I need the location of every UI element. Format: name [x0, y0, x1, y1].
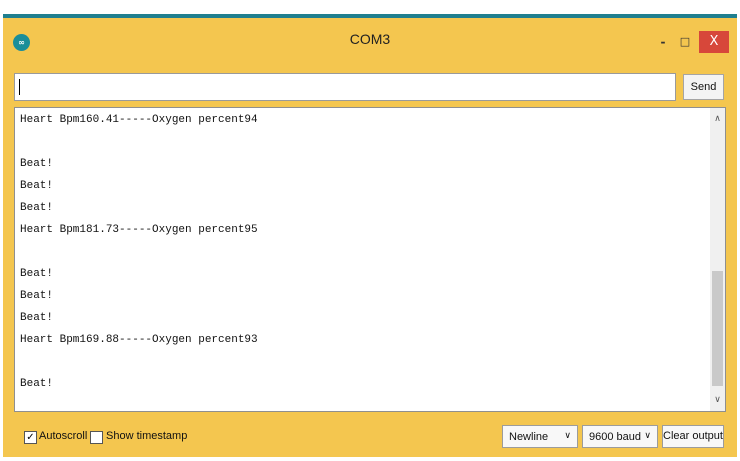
- baud-rate-value: 9600 baud: [589, 431, 641, 443]
- serial-output[interactable]: Heart Bpm160.41-----Oxygen percent94 Bea…: [14, 107, 726, 412]
- output-lines: Heart Bpm160.41-----Oxygen percent94 Bea…: [20, 111, 710, 397]
- output-line: Beat!: [20, 268, 54, 280]
- serial-input[interactable]: [14, 73, 676, 101]
- input-caret: [19, 79, 20, 95]
- titlebar[interactable]: ∞ COM3 - □ X: [3, 18, 737, 64]
- send-row: Send: [14, 73, 726, 101]
- vertical-scrollbar[interactable]: ∧ ∨: [710, 108, 725, 411]
- serial-monitor-window: ∞ COM3 - □ X Send Heart Bpm160.41-----Ox…: [3, 14, 737, 457]
- maximize-button[interactable]: □: [677, 31, 693, 53]
- output-line: Heart Bpm181.73-----Oxygen percent95: [20, 224, 258, 236]
- output-line: Beat!: [20, 202, 54, 214]
- chevron-down-icon: ∨: [564, 431, 571, 441]
- output-line: Beat!: [20, 378, 54, 390]
- output-line: Beat!: [20, 180, 54, 192]
- line-ending-select[interactable]: Newline ∨: [502, 425, 578, 448]
- line-ending-value: Newline: [509, 431, 549, 443]
- close-button[interactable]: X: [699, 31, 729, 53]
- show-timestamp-checkbox[interactable]: [90, 431, 103, 444]
- output-line: Beat!: [20, 290, 54, 302]
- minimize-button[interactable]: -: [655, 31, 671, 53]
- output-line: Heart Bpm169.88-----Oxygen percent93: [20, 334, 258, 346]
- autoscroll-checkbox[interactable]: ✓: [24, 431, 37, 444]
- scroll-thumb[interactable]: [712, 271, 723, 386]
- output-line: Heart Bpm160.41-----Oxygen percent94: [20, 114, 258, 126]
- output-line: Beat!: [20, 158, 54, 170]
- send-button[interactable]: Send: [683, 74, 724, 100]
- output-line: Beat!: [20, 312, 54, 324]
- top-strip: [0, 0, 740, 14]
- show-timestamp-label: Show timestamp: [106, 430, 188, 442]
- scroll-up-icon[interactable]: ∧: [710, 112, 725, 126]
- scroll-down-icon[interactable]: ∨: [710, 393, 725, 407]
- status-footer: ✓ Autoscroll Show timestamp Newline ∨ 96…: [14, 420, 726, 450]
- window-title: COM3: [349, 31, 391, 47]
- chevron-down-icon: ∨: [644, 431, 651, 441]
- baud-rate-select[interactable]: 9600 baud ∨: [582, 425, 658, 448]
- autoscroll-label: Autoscroll: [39, 430, 88, 442]
- clear-output-button[interactable]: Clear output: [662, 425, 724, 448]
